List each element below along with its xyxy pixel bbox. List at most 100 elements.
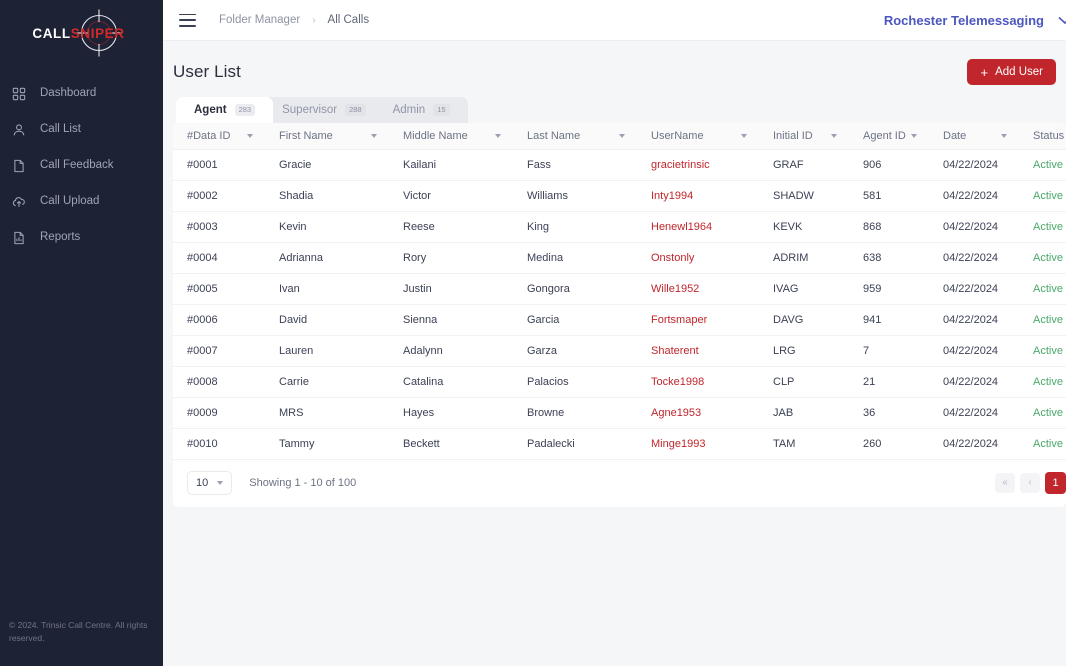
cell-data-id: #0004	[173, 242, 265, 274]
cell-username[interactable]: Fortsmaper	[637, 304, 759, 336]
cell-data-id: #0007	[173, 335, 265, 367]
column-label: Initial ID	[773, 129, 813, 142]
sidebar-item-reports[interactable]: Reports	[0, 220, 163, 256]
cell-username[interactable]: Minge1993	[637, 428, 759, 460]
cell-middle-name: Justin	[389, 273, 513, 305]
table-row[interactable]: #0001 Gracie Kailani Fass gracietrinsic …	[173, 149, 1066, 181]
column-header-date[interactable]: Date	[929, 123, 1019, 150]
logo-text-primary: CALL	[32, 25, 71, 41]
cell-date: 04/22/2024	[929, 397, 1019, 429]
cell-date: 04/22/2024	[929, 428, 1019, 460]
tab-bar: Agent 283 Supervisor 288 Admin 15	[176, 97, 1066, 123]
cell-middle-name: Sienna	[389, 304, 513, 336]
table-row[interactable]: #0009 MRS Hayes Browne Agne1953 JAB 36 0…	[173, 397, 1066, 429]
table-row[interactable]: #0002 Shadia Victor Williams Inty1994 SH…	[173, 180, 1066, 212]
sort-caret-icon[interactable]	[495, 133, 501, 138]
cell-last-name: Medina	[513, 242, 637, 274]
prev-page-button[interactable]: ‹	[1020, 472, 1040, 493]
first-page-button[interactable]: «	[995, 472, 1015, 493]
sidebar-item-dashboard[interactable]: Dashboard	[0, 76, 163, 112]
column-label: Last Name	[527, 129, 581, 142]
plus-icon: +	[980, 64, 989, 80]
cell-username[interactable]: gracietrinsic	[637, 149, 759, 181]
column-label: Agent ID	[863, 129, 906, 142]
cell-agent-id: 36	[849, 397, 929, 429]
cell-date: 04/22/2024	[929, 149, 1019, 181]
main-area: Folder Manager › All Calls Rochester Tel…	[163, 0, 1066, 666]
sort-caret-icon[interactable]	[247, 133, 253, 138]
cell-username[interactable]: Agne1953	[637, 397, 759, 429]
table-row[interactable]: #0003 Kevin Reese King Henewl1964 KEVK 8…	[173, 211, 1066, 243]
cell-username[interactable]: Onstonly	[637, 242, 759, 274]
tab-admin[interactable]: Admin 15	[374, 97, 468, 123]
sort-caret-icon[interactable]	[371, 133, 377, 138]
table-row[interactable]: #0007 Lauren Adalynn Garza Shaterent LRG…	[173, 335, 1066, 367]
cell-date: 04/22/2024	[929, 304, 1019, 336]
hamburger-icon[interactable]	[179, 13, 196, 27]
column-header-username[interactable]: UserName	[637, 123, 759, 150]
sort-caret-icon[interactable]	[619, 133, 625, 138]
cell-agent-id: 581	[849, 180, 929, 212]
column-header-last-name[interactable]: Last Name	[513, 123, 637, 150]
sidebar-item-call-feedback[interactable]: Call Feedback	[0, 148, 163, 184]
tab-label: Agent	[194, 104, 227, 116]
cell-agent-id: 638	[849, 242, 929, 274]
cell-last-name: Fass	[513, 149, 637, 181]
rows-per-page-select[interactable]: 10	[187, 470, 233, 495]
table-row[interactable]: #0004 Adrianna Rory Medina Onstonly ADRI…	[173, 242, 1066, 274]
breadcrumb-item-all-calls[interactable]: All Calls	[328, 14, 370, 26]
table-row[interactable]: #0006 David Sienna Garcia Fortsmaper DAV…	[173, 304, 1066, 336]
cell-date: 04/22/2024	[929, 180, 1019, 212]
column-label: Middle Name	[403, 129, 468, 142]
cell-last-name: King	[513, 211, 637, 243]
tab-badge: 283	[234, 104, 256, 116]
cell-username[interactable]: Tocke1998	[637, 366, 759, 398]
sidebar-copyright: © 2024. Trinsic Call Centre. All rights …	[9, 620, 148, 643]
cell-initial-id: LRG	[759, 335, 849, 367]
chevron-down-icon[interactable]	[1056, 11, 1066, 29]
sidebar: CALLSNIPER Dashboard Call List Call Feed…	[0, 0, 163, 666]
tenant-name[interactable]: Rochester Telemessaging	[884, 13, 1044, 28]
cell-data-id: #0003	[173, 211, 265, 243]
column-header-data-id[interactable]: #Data ID	[173, 123, 265, 150]
cell-last-name: Williams	[513, 180, 637, 212]
column-header-middle-name[interactable]: Middle Name	[389, 123, 513, 150]
cell-first-name: Ivan	[265, 273, 389, 305]
table-row[interactable]: #0005 Ivan Justin Gongora Wille1952 IVAG…	[173, 273, 1066, 305]
cell-first-name: Tammy	[265, 428, 389, 460]
cell-status: Active	[1019, 149, 1066, 181]
user-list-card: #Data ID First Name Middle Name Last Nam…	[173, 123, 1066, 507]
column-header-first-name[interactable]: First Name	[265, 123, 389, 150]
sort-caret-icon[interactable]	[741, 133, 747, 138]
column-label: Date	[943, 129, 967, 142]
table-body: #0001 Gracie Kailani Fass gracietrinsic …	[173, 149, 1066, 460]
cell-username[interactable]: Henewl1964	[637, 211, 759, 243]
page-title: User List	[173, 62, 241, 81]
tab-supervisor[interactable]: Supervisor 288	[264, 97, 384, 123]
cell-agent-id: 906	[849, 149, 929, 181]
app-logo[interactable]: CALLSNIPER	[0, 0, 163, 66]
cell-agent-id: 260	[849, 428, 929, 460]
page-button-1[interactable]: 1	[1045, 471, 1066, 494]
cell-username[interactable]: Inty1994	[637, 180, 759, 212]
cell-username[interactable]: Shaterent	[637, 335, 759, 367]
sidebar-item-call-upload[interactable]: Call Upload	[0, 184, 163, 220]
breadcrumb: Folder Manager › All Calls	[219, 14, 369, 26]
sort-caret-icon[interactable]	[1001, 133, 1007, 138]
cell-status: Active	[1019, 366, 1066, 398]
cell-last-name: Gongora	[513, 273, 637, 305]
column-header-initial-id[interactable]: Initial ID	[759, 123, 849, 150]
sidebar-item-call-list[interactable]: Call List	[0, 112, 163, 148]
column-label: First Name	[279, 129, 333, 142]
add-user-button[interactable]: + Add User	[967, 59, 1056, 85]
cell-username[interactable]: Wille1952	[637, 273, 759, 305]
showing-range-label: Showing 1 - 10 of 100	[249, 476, 357, 489]
column-header-agent-id[interactable]: Agent ID	[849, 123, 929, 150]
breadcrumb-item-folder-manager[interactable]: Folder Manager	[219, 14, 300, 26]
sort-caret-icon[interactable]	[831, 133, 837, 138]
tab-agent[interactable]: Agent 283	[176, 97, 274, 123]
cell-middle-name: Catalina	[389, 366, 513, 398]
table-row[interactable]: #0008 Carrie Catalina Palacios Tocke1998…	[173, 366, 1066, 398]
sort-caret-icon[interactable]	[911, 133, 917, 138]
table-row[interactable]: #0010 Tammy Beckett Padalecki Minge1993 …	[173, 428, 1066, 460]
